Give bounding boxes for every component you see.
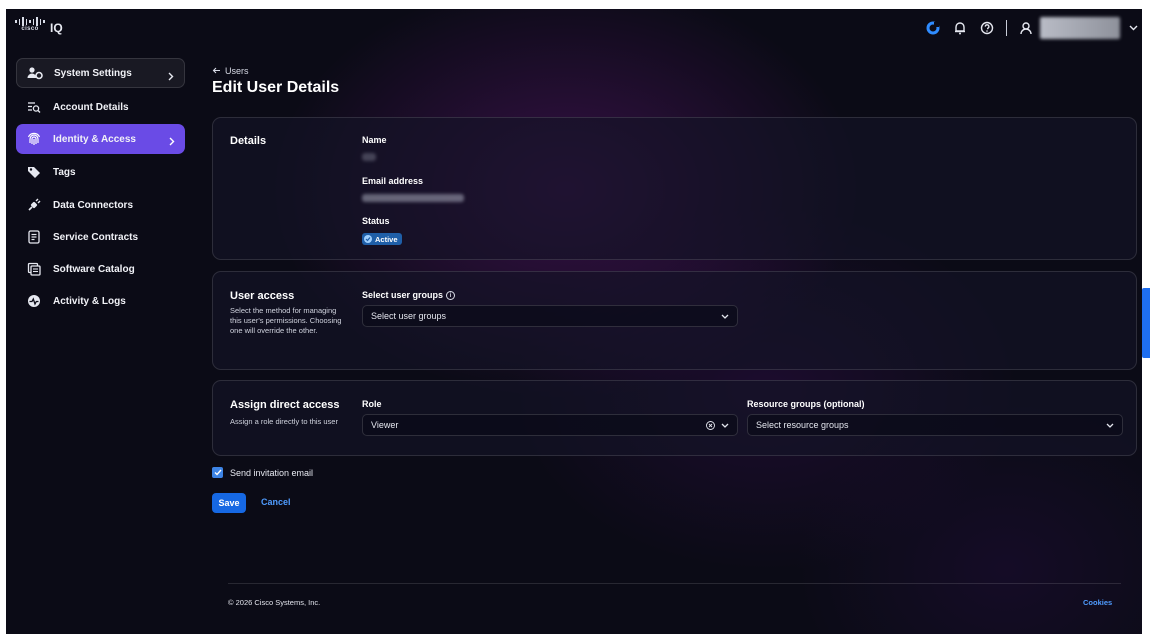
chevron-down-icon <box>721 423 729 428</box>
role-label: Role <box>362 399 382 409</box>
sidebar-item-label: Activity & Logs <box>53 295 126 307</box>
chevron-down-icon <box>1106 423 1114 428</box>
role-value: Viewer <box>371 420 399 430</box>
email-value-redacted <box>362 194 464 202</box>
status-value: Active <box>375 234 398 244</box>
sidebar-item-service-contracts[interactable]: Service Contracts <box>16 222 185 252</box>
sidebar-item-label: Data Connectors <box>53 199 134 211</box>
direct-access-title: Assign direct access <box>230 399 340 411</box>
sidebar: System Settings Account Details Identity… <box>6 47 198 634</box>
email-label: Email address <box>362 176 424 186</box>
status-label: Status <box>362 216 390 226</box>
back-link-label: Users <box>225 66 249 76</box>
sidebar-item-data-connectors[interactable]: Data Connectors <box>16 190 185 220</box>
user-access-title: User access <box>230 290 295 302</box>
sidebar-item-identity-access[interactable]: Identity & Access <box>16 124 185 154</box>
bell-icon[interactable] <box>952 20 968 36</box>
resource-groups-placeholder: Select resource groups <box>756 420 849 430</box>
sidebar-item-activity-logs[interactable]: Activity & Logs <box>16 286 185 316</box>
cookies-link[interactable]: Cookies <box>1083 598 1112 607</box>
chevron-right-icon <box>168 68 174 86</box>
user-access-card: User access Select the method for managi… <box>212 271 1137 370</box>
arrow-left-icon <box>212 66 221 76</box>
plug-icon <box>25 198 43 212</box>
name-value-redacted <box>362 153 376 161</box>
tag-icon <box>25 165 43 179</box>
account-search-icon <box>25 100 43 114</box>
sidebar-item-label: System Settings <box>54 67 132 79</box>
sidebar-item-label: Service Contracts <box>53 231 139 243</box>
resource-groups-select[interactable]: Select resource groups <box>747 414 1123 436</box>
user-groups-placeholder: Select user groups <box>371 311 447 321</box>
contract-icon <box>25 230 43 244</box>
select-user-groups-label: Select user groups i <box>362 290 456 301</box>
help-icon[interactable] <box>979 20 995 36</box>
user-groups-select[interactable]: Select user groups <box>362 305 738 327</box>
catalog-icon <box>25 262 43 276</box>
sidebar-item-label: Software Catalog <box>53 263 135 275</box>
sidebar-item-tags[interactable]: Tags <box>16 157 185 187</box>
page-title: Edit User Details <box>212 79 340 96</box>
logo-text: cisco <box>21 26 39 32</box>
resource-groups-label: Resource groups (optional) <box>747 399 865 409</box>
details-card: Details Name Email address Status Active <box>212 117 1137 260</box>
clear-icon[interactable] <box>706 420 715 430</box>
chevron-down-icon[interactable] <box>1126 25 1140 31</box>
name-label: Name <box>362 135 387 145</box>
chevron-right-icon <box>169 133 175 151</box>
send-invitation-label[interactable]: Send invitation email <box>230 468 313 478</box>
sidebar-item-label: Account Details <box>53 101 129 113</box>
details-title: Details <box>230 135 267 147</box>
footer-copyright: © 2026 Cisco Systems, Inc. <box>228 598 321 607</box>
info-icon[interactable]: i <box>446 291 456 301</box>
user-access-description: Select the method for managing this user… <box>230 306 342 335</box>
send-invitation-row: Send invitation email <box>212 467 313 478</box>
top-icons <box>914 9 1142 47</box>
direct-access-card: Assign direct access Assign a role direc… <box>212 380 1137 456</box>
users-gear-icon <box>26 66 44 80</box>
direct-access-description: Assign a role directly to this user <box>230 417 338 426</box>
app-name: IQ <box>50 21 63 35</box>
sidebar-item-system-settings[interactable]: System Settings <box>16 58 185 88</box>
user-icon[interactable] <box>1018 20 1034 36</box>
role-select[interactable]: Viewer <box>362 414 738 436</box>
app-window: cisco IQ System Settings Account Details… <box>6 9 1142 634</box>
topbar-divider <box>1006 20 1007 36</box>
activity-icon <box>25 294 43 308</box>
fingerprint-icon <box>25 132 43 146</box>
refresh-icon[interactable] <box>925 20 941 36</box>
send-invitation-checkbox[interactable] <box>212 467 223 478</box>
chevron-down-icon <box>721 314 729 319</box>
status-badge: Active <box>362 233 402 245</box>
sidebar-item-label: Identity & Access <box>53 133 136 145</box>
feedback-tab[interactable] <box>1142 288 1150 358</box>
footer-divider <box>228 583 1121 584</box>
user-name-redacted[interactable] <box>1040 17 1120 39</box>
sidebar-item-software-catalog[interactable]: Software Catalog <box>16 254 185 284</box>
sidebar-item-label: Tags <box>53 166 76 178</box>
cisco-logo[interactable]: cisco <box>15 17 45 35</box>
cancel-button[interactable]: Cancel <box>261 497 291 507</box>
top-bar: cisco IQ <box>6 9 1142 47</box>
sidebar-item-account-details[interactable]: Account Details <box>16 92 185 122</box>
back-link-users[interactable]: Users <box>212 66 249 76</box>
save-button[interactable]: Save <box>212 493 246 513</box>
check-circle-icon <box>364 235 372 243</box>
